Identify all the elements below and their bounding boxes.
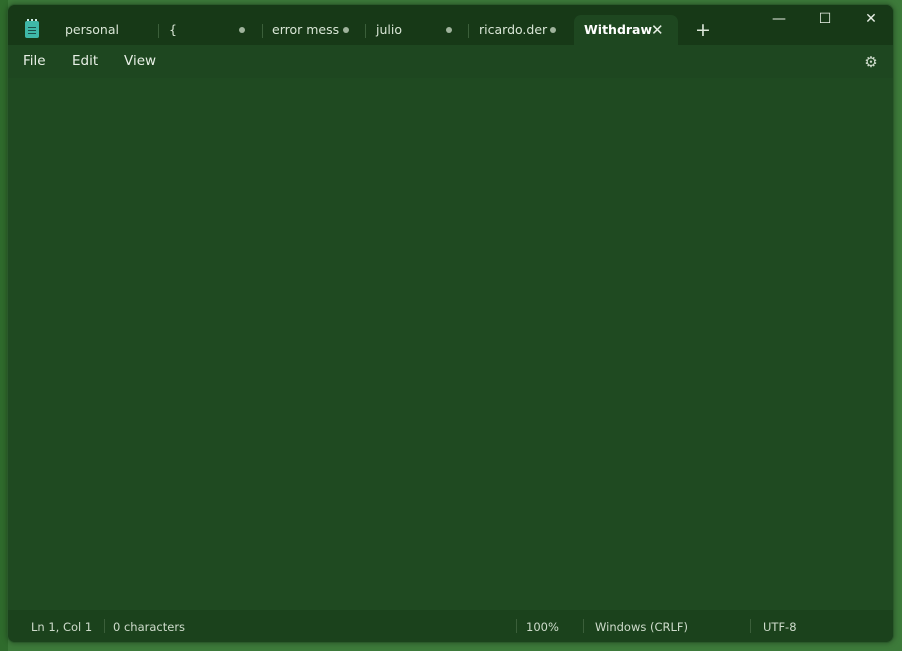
tab-label: ricardo.der	[479, 22, 548, 37]
menu-bar: File Edit View ⚙	[8, 45, 893, 78]
tab-julio[interactable]: julio	[366, 15, 469, 45]
tab-label: error mess	[272, 22, 340, 37]
unsaved-dot-icon	[446, 27, 452, 33]
minimize-button[interactable]: —	[756, 5, 802, 37]
unsaved-dot-icon	[343, 27, 349, 33]
maximize-button[interactable]: ☐	[802, 5, 848, 37]
line-ending[interactable]: Windows (CRLF)	[595, 620, 688, 634]
character-count: 0 characters	[113, 620, 186, 634]
title-bar[interactable]: personal { error mess julio ricardo.der …	[8, 5, 893, 45]
new-tab-button[interactable]: +	[694, 19, 712, 41]
status-separator	[516, 619, 517, 633]
menu-edit[interactable]: Edit	[72, 53, 98, 69]
text-editor[interactable]	[8, 78, 893, 612]
status-separator	[583, 619, 584, 633]
tab-personal[interactable]: personal	[55, 15, 159, 45]
tab-close-icon[interactable]: ✕	[651, 15, 664, 45]
status-separator	[750, 619, 751, 633]
notepad-app-icon	[25, 19, 39, 38]
tab-label: personal	[65, 22, 119, 37]
encoding[interactable]: UTF-8	[763, 620, 797, 634]
status-bar: Ln 1, Col 1 0 characters 100% Windows (C…	[8, 610, 893, 642]
close-button[interactable]: ✕	[848, 5, 893, 37]
menu-view[interactable]: View	[124, 53, 156, 69]
settings-icon[interactable]: ⚙	[863, 54, 879, 70]
zoom-level[interactable]: 100%	[526, 620, 559, 634]
tab-label: julio	[376, 22, 402, 37]
notepad-window: personal { error mess julio ricardo.der …	[7, 4, 894, 643]
tab-label: {	[169, 22, 177, 37]
status-separator	[104, 619, 105, 633]
cursor-position: Ln 1, Col 1	[31, 620, 93, 634]
tab-label: Withdraw	[584, 22, 653, 37]
menu-file[interactable]: File	[23, 53, 46, 69]
tab-brace[interactable]: {	[159, 15, 263, 45]
tab-withdraw[interactable]: Withdraw ✕	[574, 15, 678, 45]
tab-error-mess[interactable]: error mess	[262, 15, 366, 45]
tab-ricardo[interactable]: ricardo.der	[469, 15, 573, 45]
unsaved-dot-icon	[239, 27, 245, 33]
unsaved-dot-icon	[550, 27, 556, 33]
